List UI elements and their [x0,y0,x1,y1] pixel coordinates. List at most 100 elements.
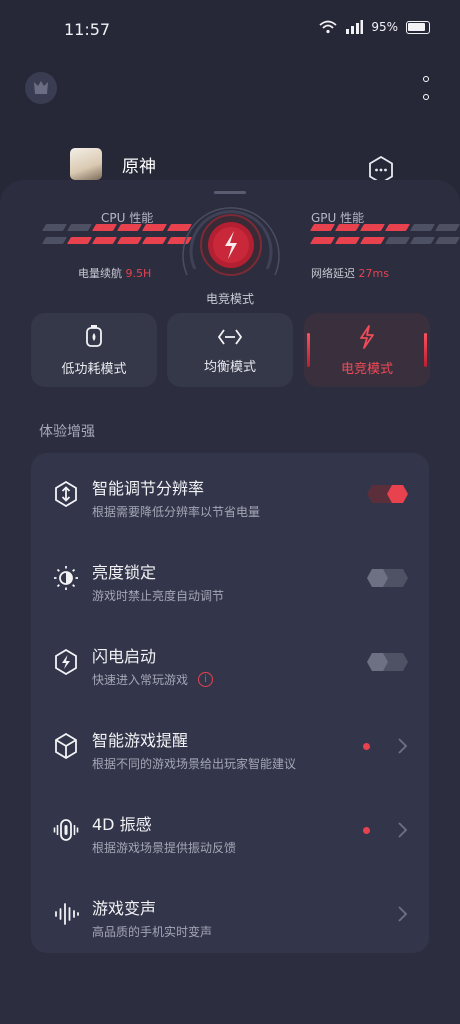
toggle-switch-off[interactable] [366,568,409,588]
battery-life-readout: 电量续航 9.5H [78,265,151,281]
item-desc: 快速进入常玩游戏 i [92,671,214,688]
mode-card-low-power[interactable]: 低功耗模式 [31,313,157,387]
active-edge-right [424,333,427,367]
lightning-icon [360,324,374,349]
item-desc-text: 高品质的手机实时变声 [92,925,213,939]
balance-icon [217,328,243,345]
item-desc-text: 快速进入常玩游戏 [92,673,189,687]
performance-bar-segment [41,237,68,244]
status-bar: 11:57 95% [0,0,460,60]
chevron-right-icon [398,906,408,922]
battery-life-label: 电量续航 [78,267,122,280]
performance-bar-segment [91,224,118,231]
performance-bar-segment [434,224,460,231]
mode-card-esports[interactable]: 电竞模式 [304,313,430,387]
latency-value: 27ms [358,267,389,280]
performance-bar-segment [359,224,386,231]
game-header: 原神 [70,148,156,180]
list-item-smart-resolution[interactable]: 智能调节分辨率 根据需要降低分辨率以节省电量 [31,453,429,537]
item-desc-text: 根据不同的游戏场景给出玩家智能建议 [92,757,297,771]
section-title: 体验增强 [39,424,95,440]
item-title: 亮度锁定 [92,563,157,582]
status-time: 11:57 [64,20,111,39]
lightning-launch-icon [55,649,77,675]
sheet-drag-handle[interactable] [214,191,246,194]
latency-readout: 网络延迟 27ms [311,265,389,281]
item-desc: 高品质的手机实时变声 [92,923,212,940]
brightness-icon [54,566,78,590]
toggle-switch-on[interactable] [366,484,409,504]
item-title: 游戏变声 [92,899,157,918]
resolution-icon [55,481,77,507]
performance-bar-segment [384,224,411,231]
app-logo-icon[interactable] [25,72,57,104]
gpu-bars [309,224,460,250]
mode-label-balanced: 均衡模式 [203,359,256,375]
low-power-icon [86,324,102,347]
mode-card-balanced[interactable]: 均衡模式 [167,313,293,387]
performance-bar-segment [409,224,436,231]
performance-bar-segment [116,224,143,231]
game-reminder-icon [55,733,77,759]
active-edge-left [307,333,310,367]
list-item-brightness-lock[interactable]: 亮度锁定 游戏时禁止亮度自动调节 [31,537,429,621]
info-icon[interactable]: i [198,672,214,687]
wifi-icon [319,20,337,34]
mode-label-low-power: 低功耗模式 [61,361,127,377]
item-title: 智能游戏提醒 [92,731,189,750]
performance-bar-segment [116,237,143,244]
item-title: 智能调节分辨率 [92,479,205,498]
mode-label-esports: 电竞模式 [340,361,393,377]
performance-bar-segment [91,237,118,244]
enhancement-panel: 智能调节分辨率 根据需要降低分辨率以节省电量 亮度锁定 游戏时禁止亮度自动调节 [31,453,429,953]
battery-icon [406,20,430,34]
game-name: 原神 [122,156,156,177]
performance-bar-segment [434,237,460,244]
performance-bar-segment [309,237,336,244]
performance-bar-segment [41,224,68,231]
item-title: 4D 振感 [92,815,152,834]
performance-bar-segment [66,237,93,244]
item-desc-text: 根据需要降低分辨率以节省电量 [92,505,261,519]
gpu-bar-row [309,237,460,244]
battery-percent: 95% [371,20,398,34]
item-desc-text: 游戏时禁止亮度自动调节 [92,589,225,603]
new-badge-dot [363,743,370,750]
new-badge-dot [363,827,370,834]
latency-label: 网络延迟 [311,267,355,280]
vibration-icon [53,819,79,841]
item-title: 闪电启动 [92,647,157,666]
toggle-switch-off[interactable] [366,652,409,672]
cpu-bar-row [41,224,193,231]
cpu-bars [41,224,193,250]
list-item-4d-vibration[interactable]: 4D 振感 根据游戏场景提供振动反馈 [31,789,429,873]
performance-bar-segment [384,237,411,244]
status-icons: 95% [319,20,430,34]
item-desc: 根据不同的游戏场景给出玩家智能建议 [92,755,296,772]
game-avatar[interactable] [70,148,102,180]
more-options-icon[interactable] [418,76,434,100]
performance-bar-segment [141,224,168,231]
performance-bar-segment [409,237,436,244]
voice-change-icon [55,903,79,925]
performance-bar-segment [309,224,336,231]
signal-icon [346,20,364,34]
item-desc: 游戏时禁止亮度自动调节 [92,587,224,604]
performance-bar-segment [141,237,168,244]
cpu-bar-row [41,237,193,244]
list-item-voice-changer[interactable]: 游戏变声 高品质的手机实时变声 [31,873,429,957]
performance-bar-segment [359,237,386,244]
performance-bar-segment [334,237,361,244]
chevron-right-icon [398,738,408,754]
performance-gauge [182,207,280,276]
current-mode-caption: 电竞模式 [205,292,254,306]
list-item-lightning-launch[interactable]: 闪电启动 快速进入常玩游戏 i [31,621,429,705]
item-desc-text: 根据游戏场景提供振动反馈 [92,841,237,855]
item-desc: 根据需要降低分辨率以节省电量 [92,503,260,520]
list-item-smart-reminder[interactable]: 智能游戏提醒 根据不同的游戏场景给出玩家智能建议 [31,705,429,789]
battery-life-value: 9.5H [125,267,152,280]
item-desc: 根据游戏场景提供振动反馈 [92,839,236,856]
performance-bar-segment [334,224,361,231]
performance-bar-segment [66,224,93,231]
chevron-right-icon [398,822,408,838]
